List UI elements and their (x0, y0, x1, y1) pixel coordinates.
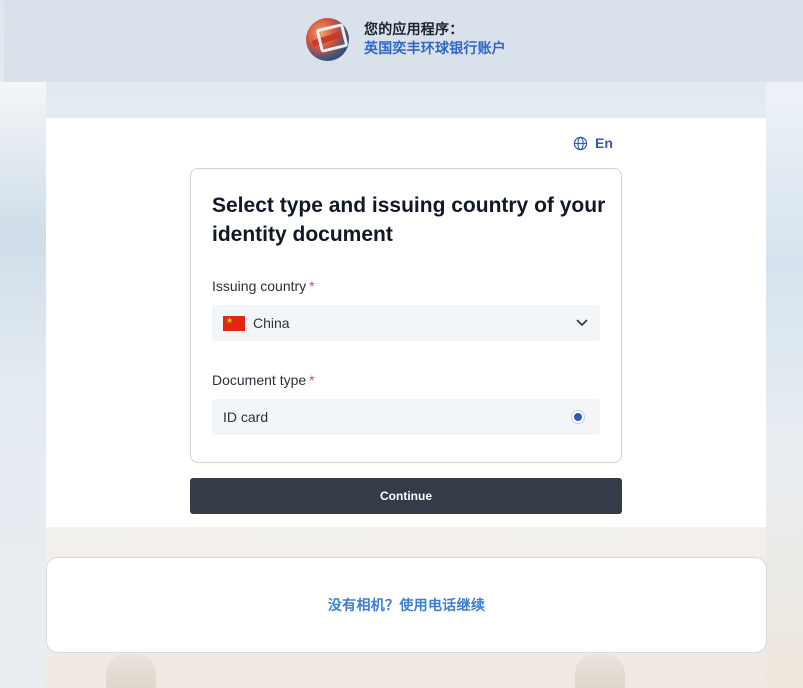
document-type-value: ID card (223, 409, 269, 425)
issuing-country-label-text: Issuing country (212, 278, 307, 294)
globe-icon (573, 136, 588, 150)
app-caption: 您的应用程序： (364, 21, 464, 37)
document-form: Select type and issuing country of your … (190, 168, 622, 463)
background-right (766, 82, 803, 688)
background-left (0, 82, 46, 688)
china-flag-icon: ★ (223, 315, 245, 331)
language-switcher[interactable]: En (573, 134, 613, 152)
background-lamp-right (575, 654, 625, 688)
continue-button[interactable]: Continue (190, 478, 622, 514)
app-name: 英国奕丰环球银行账户 (364, 40, 506, 56)
required-asterisk: * (309, 278, 315, 294)
document-type-label: Document type * (212, 372, 315, 388)
app-logo (306, 18, 349, 61)
issuing-country-select[interactable]: ★ China (212, 305, 600, 341)
radio-selected-icon[interactable] (571, 410, 585, 424)
background-lamp-left (106, 654, 156, 688)
required-asterisk: * (309, 372, 315, 388)
continue-with-phone-link[interactable]: 没有相机？使用电话继续 (328, 595, 485, 615)
issuing-country-value: China (253, 315, 290, 331)
document-type-label-text: Document type (212, 372, 307, 388)
language-label: En (595, 135, 613, 151)
issuing-country-label: Issuing country * (212, 278, 315, 294)
document-type-option-id-card[interactable]: ID card (212, 399, 600, 435)
chevron-down-icon (576, 319, 588, 327)
phone-continue-card: 没有相机？使用电话继续 (46, 557, 767, 653)
form-title: Select type and issuing country of your … (212, 194, 606, 246)
